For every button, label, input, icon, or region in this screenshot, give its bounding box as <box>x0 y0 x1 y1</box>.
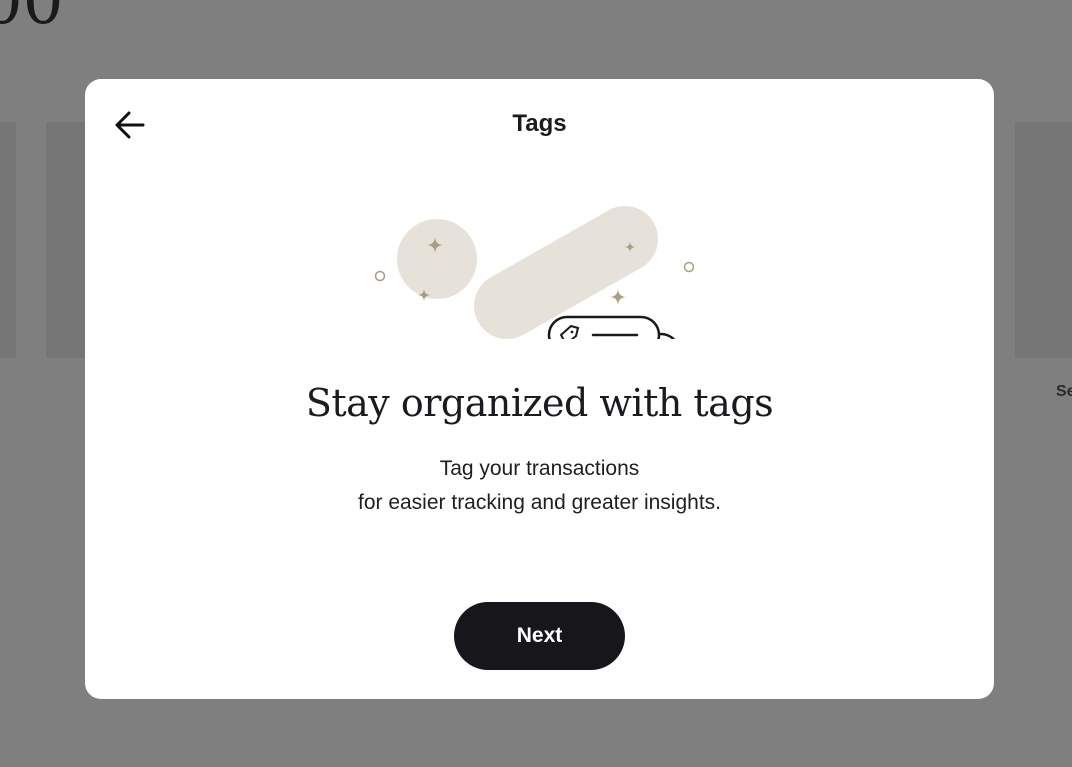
next-button[interactable]: Next <box>454 602 625 670</box>
background-card <box>1015 122 1072 358</box>
background-amount: 00 <box>0 0 64 39</box>
background-label: Se <box>1056 383 1072 400</box>
tags-illustration <box>374 206 695 339</box>
modal-title: Tags <box>512 110 567 137</box>
description-line: for easier tracking and greater insights… <box>357 491 722 514</box>
modal-description: Tag your transactions for easier trackin… <box>85 452 994 520</box>
tags-modal: Tags Stay organized with tags Tag your t… <box>85 79 994 699</box>
modal-headline: Stay organized with tags <box>305 381 774 425</box>
background-card <box>0 122 16 358</box>
description-line: Tag your transactions <box>439 457 640 480</box>
